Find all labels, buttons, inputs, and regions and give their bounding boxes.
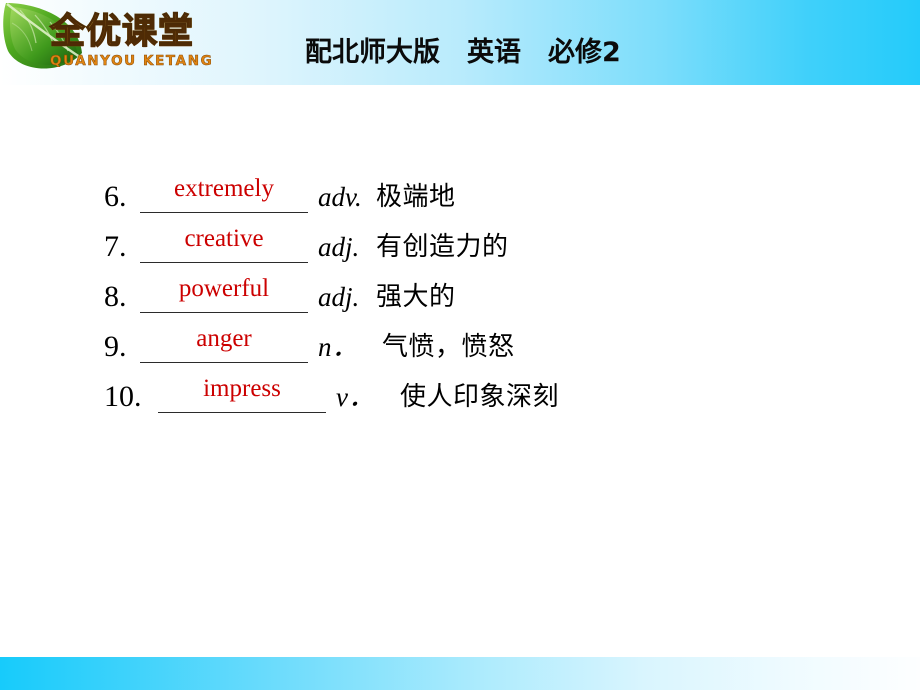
vocabulary-list: 6. extremely adv. 极端地 7. creative adj. 有创造力的 8. p… <box>0 0 920 690</box>
vocab-row-index: 9. <box>104 330 127 363</box>
part-of-speech: adj. <box>318 282 360 312</box>
meaning-chinese: 强大的 <box>376 282 456 312</box>
meaning-chinese: 气愤，愤怒 <box>382 332 515 362</box>
answer-blank[interactable]: anger <box>140 325 308 364</box>
blank-underline <box>140 262 308 263</box>
meaning-chinese: 有创造力的 <box>376 232 509 262</box>
answer-blank[interactable]: creative <box>140 225 308 264</box>
blank-underline <box>140 312 308 313</box>
blank-underline <box>158 412 326 413</box>
answer-blank[interactable]: impress <box>158 375 326 414</box>
meaning-chinese: 极端地 <box>376 182 456 212</box>
vocab-row-index: 8. <box>104 280 127 313</box>
footer-bar <box>0 657 920 690</box>
answer-word: extremely <box>174 175 274 202</box>
answer-word: powerful <box>178 275 270 302</box>
vocab-row-index: 10. <box>104 380 142 413</box>
answer-blank[interactable]: extremely <box>140 175 308 214</box>
vocab-row-index: 7. <box>104 230 127 263</box>
answer-word: anger <box>196 325 252 352</box>
answer-word: impress <box>203 375 281 402</box>
part-of-speech: v． <box>336 382 375 412</box>
part-of-speech: adv. <box>318 182 362 212</box>
answer-word: creative <box>184 225 264 252</box>
part-of-speech: n． <box>318 332 359 362</box>
blank-underline <box>140 362 308 363</box>
part-of-speech: adj. <box>318 232 360 262</box>
meaning-chinese: 使人印象深刻 <box>400 382 560 412</box>
blank-underline <box>140 212 308 213</box>
vocab-row-index: 6. <box>104 180 127 213</box>
answer-blank[interactable]: powerful <box>140 275 308 314</box>
